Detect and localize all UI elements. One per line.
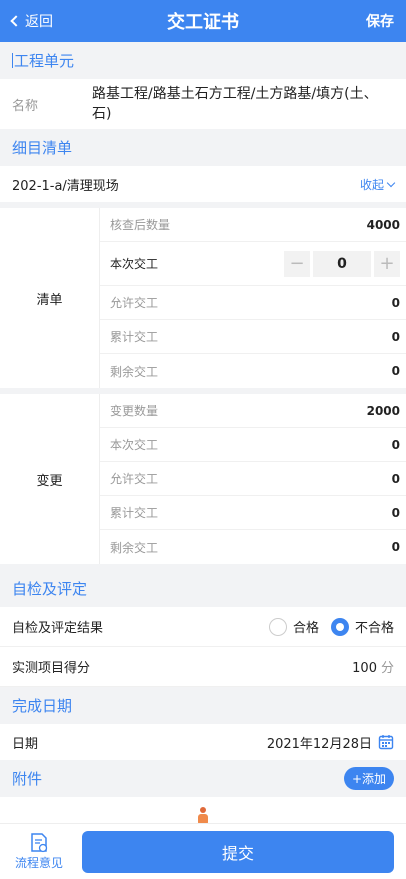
list-row-current: 本次交工 − 0 + — [100, 242, 406, 286]
collapse-label: 收起 — [359, 177, 384, 192]
calendar-icon — [378, 735, 394, 750]
row-value: 4000 — [366, 217, 400, 232]
back-label: 返回 — [25, 14, 53, 30]
list-row-cumulative: 累计交工 0 — [100, 320, 406, 354]
row-value: 2000 — [366, 403, 400, 418]
name-label: 名称 — [12, 98, 39, 114]
row-value: 0 — [391, 437, 400, 452]
list-group-body: 核查后数量 4000 本次交工 − 0 + 允许交工 0 累计交工 0 剩余交工… — [100, 208, 406, 388]
collapse-button[interactable]: 收起 — [359, 176, 396, 193]
list-row-remaining: 剩余交工 0 — [100, 354, 406, 388]
detail-item-text: 202-1-a/清理现场 — [12, 178, 119, 194]
change-row-current: 本次交工 0 — [100, 428, 406, 462]
radio-pass[interactable]: 合格 — [268, 617, 319, 636]
radio-checked-icon — [330, 617, 349, 636]
radio-fail[interactable]: 不合格 — [330, 617, 394, 636]
list-row-allowed: 允许交工 0 — [100, 286, 406, 320]
row-label: 本次交工 — [110, 257, 159, 271]
result-label: 自检及评定结果 — [12, 621, 104, 636]
radio-label: 不合格 — [354, 621, 394, 636]
row-value: 0 — [391, 471, 400, 486]
score-field[interactable]: 100 分 — [352, 657, 394, 676]
app-header: 返回 交工证书 保存 — [0, 0, 406, 42]
inspection-result-row: 自检及评定结果 合格 不合格 — [0, 607, 406, 647]
attachment-empty-area — [0, 797, 406, 823]
score-unit: 分 — [380, 661, 394, 676]
score-row: 实测项目得分 100 分 — [0, 647, 406, 687]
project-name-row: 名称 路基工程/路基土石方工程/土方路基/填方(土、石) — [0, 79, 406, 129]
section-inspection: 自检及评定 — [0, 570, 406, 607]
name-value: 路基工程/路基土石方工程/土方路基/填方(土、石) — [92, 86, 378, 122]
radio-unchecked-icon — [268, 617, 287, 636]
chevron-down-icon — [386, 178, 396, 187]
page-title: 交工证书 — [167, 12, 239, 33]
save-button[interactable]: 保存 — [366, 11, 394, 31]
flow-opinion-label: 流程意见 — [14, 856, 63, 870]
list-row-checked-qty: 核查后数量 4000 — [100, 208, 406, 242]
row-label: 允许交工 — [110, 296, 159, 310]
submit-button[interactable]: 提交 — [82, 830, 394, 873]
minus-button[interactable]: − — [284, 250, 310, 277]
section-attachment: 附件 +添加 — [0, 760, 406, 797]
score-value: 100 — [352, 661, 377, 676]
section-title: 工程单元 — [14, 52, 75, 70]
row-label: 剩余交工 — [110, 540, 159, 555]
list-group: 清单 核查后数量 4000 本次交工 − 0 + 允许交工 0 累计交工 0 剩… — [0, 208, 406, 388]
row-label: 剩余交工 — [110, 364, 159, 379]
row-label: 累计交工 — [110, 330, 159, 344]
change-row-qty: 变更数量 2000 — [100, 394, 406, 428]
date-label: 日期 — [12, 736, 39, 752]
result-radio-group: 合格 不合格 — [257, 617, 394, 636]
plus-button[interactable]: + — [374, 250, 400, 277]
section-project-unit: 工程单元 — [0, 42, 406, 79]
row-label: 变更数量 — [110, 404, 159, 418]
section-detail-list: 细目清单 — [0, 129, 406, 166]
document-comment-icon — [31, 833, 48, 853]
quantity-input[interactable]: 0 — [313, 250, 371, 277]
date-row: 日期 2021年12月28日 — [0, 724, 406, 760]
change-row-cumulative: 累计交工 0 — [100, 496, 406, 530]
row-value: 0 — [391, 364, 400, 378]
row-label: 允许交工 — [110, 472, 159, 486]
empty-illustration-icon — [198, 807, 208, 823]
text-cursor — [12, 53, 13, 68]
date-value: 2021年12月28日 — [266, 736, 372, 752]
section-completion-date: 完成日期 — [0, 687, 406, 724]
row-label: 累计交工 — [110, 506, 159, 520]
detail-item-row: 202-1-a/清理现场 收起 — [0, 166, 406, 202]
list-group-label: 清单 — [0, 208, 100, 388]
row-value: 0 — [391, 329, 400, 344]
change-row-remaining: 剩余交工 0 — [100, 530, 406, 564]
back-button[interactable]: 返回 — [10, 11, 53, 31]
row-value: 0 — [391, 540, 400, 554]
score-label: 实测项目得分 — [12, 661, 91, 676]
row-label: 本次交工 — [110, 438, 159, 452]
chevron-left-icon — [10, 15, 22, 27]
row-label: 核查后数量 — [110, 218, 171, 232]
add-attachment-button[interactable]: +添加 — [343, 767, 394, 790]
quantity-stepper: − 0 + — [284, 250, 400, 277]
attachment-title: 附件 — [12, 770, 43, 788]
change-group: 变更 变更数量 2000 本次交工 0 允许交工 0 累计交工 0 剩余交工 0 — [0, 394, 406, 564]
bottom-bar: 流程意见 提交 — [0, 823, 406, 879]
row-value: 0 — [391, 295, 400, 310]
change-group-body: 变更数量 2000 本次交工 0 允许交工 0 累计交工 0 剩余交工 0 — [100, 394, 406, 564]
row-value: 0 — [391, 505, 400, 520]
radio-label: 合格 — [292, 621, 319, 636]
change-row-allowed: 允许交工 0 — [100, 462, 406, 496]
change-group-label: 变更 — [0, 394, 100, 564]
flow-opinion-button[interactable]: 流程意见 — [12, 832, 66, 871]
date-picker[interactable]: 2021年12月28日 — [267, 733, 394, 752]
